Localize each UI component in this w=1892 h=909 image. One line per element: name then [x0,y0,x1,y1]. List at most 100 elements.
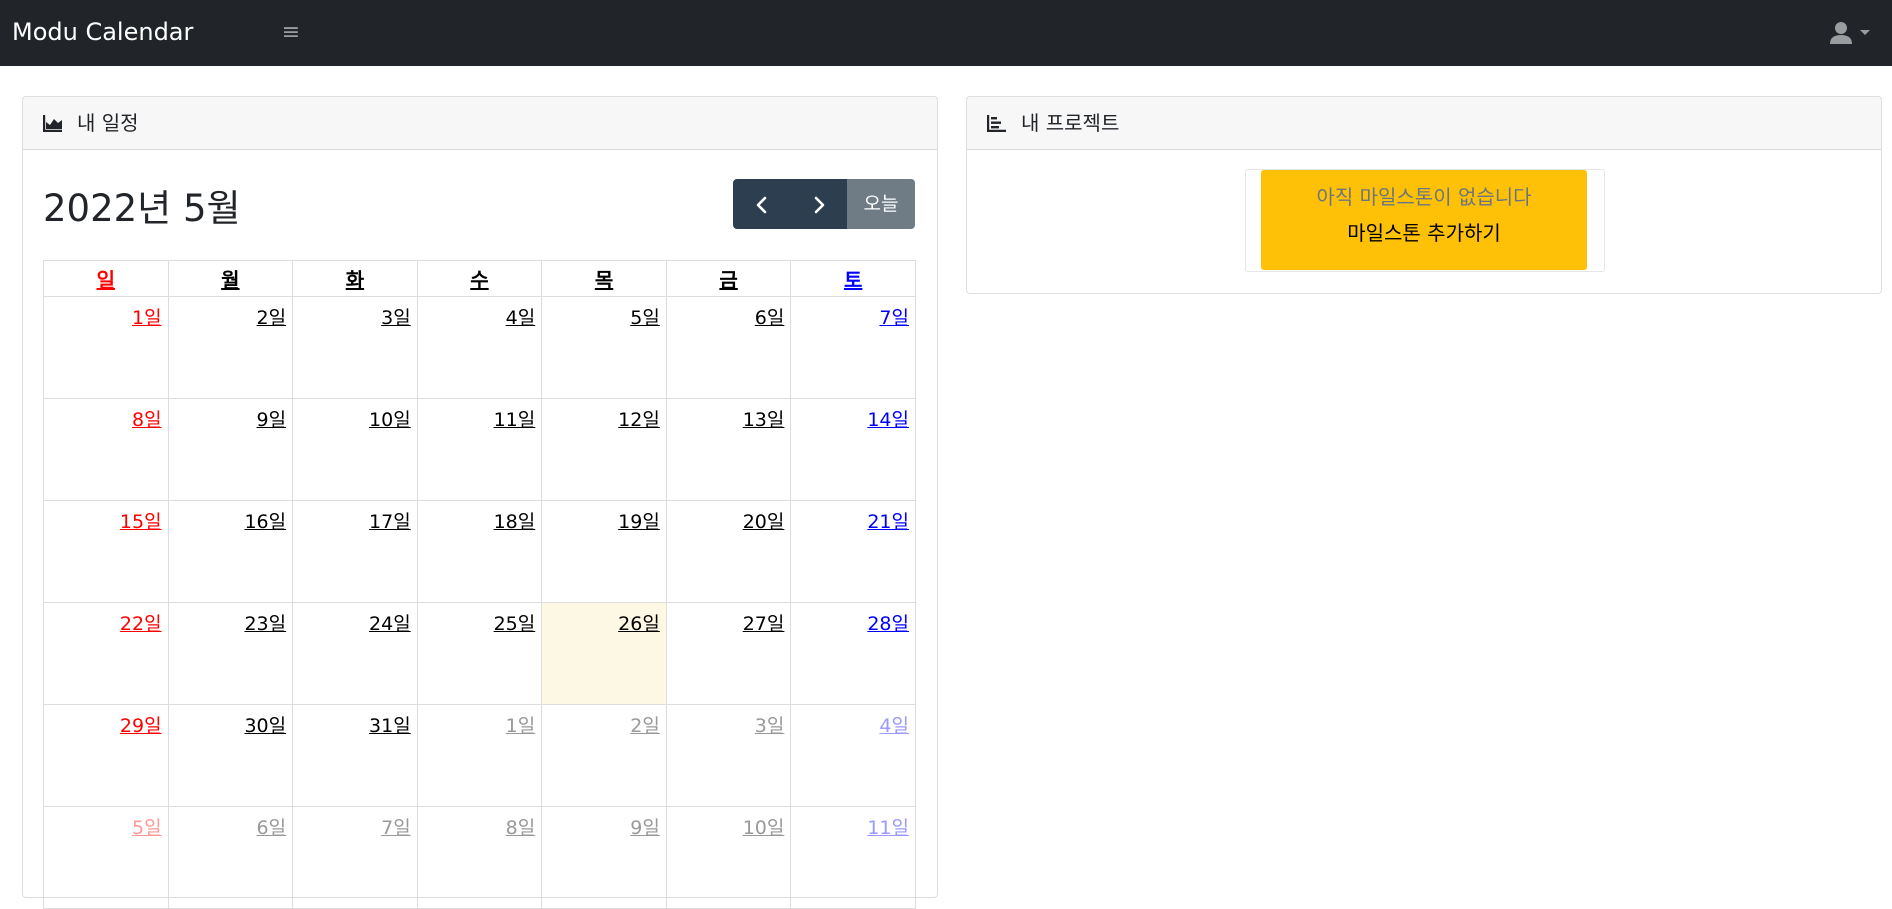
calendar-day-cell[interactable]: 23일 [167,602,294,705]
day-link[interactable]: 13일 [743,408,785,432]
hamburger-icon[interactable]: ≡ [278,20,304,46]
calendar-day-cell[interactable]: 28일 [790,602,916,705]
day-link[interactable]: 3일 [381,306,411,330]
calendar-day-cell[interactable]: 12일 [541,398,667,501]
user-menu-button[interactable] [1828,20,1878,46]
calendar-day-cell[interactable]: 22일 [43,602,169,705]
weekday-monday-link[interactable]: 월 [221,268,239,292]
day-link[interactable]: 7일 [879,306,909,330]
weekday-friday-link[interactable]: 금 [719,268,737,292]
calendar-day-cell[interactable]: 1일 [43,296,169,399]
day-link[interactable]: 15일 [120,510,162,534]
day-link[interactable]: 1일 [132,306,162,330]
weekday-thursday-link[interactable]: 목 [595,268,613,292]
calendar-day-cell[interactable]: 5일 [541,296,667,399]
calendar-day-cell[interactable]: 8일 [43,398,169,501]
calendar-day-cell[interactable]: 8일 [416,806,543,909]
day-link[interactable]: 5일 [630,306,660,330]
day-link[interactable]: 2일 [257,306,287,330]
day-link[interactable]: 24일 [369,612,411,636]
calendar-day-cell[interactable]: 11일 [416,398,543,501]
calendar-day-cell[interactable]: 24일 [292,602,418,705]
day-link[interactable]: 16일 [244,510,286,534]
calendar-day-cell[interactable]: 30일 [167,704,294,807]
day-link-next-month[interactable]: 8일 [506,816,536,840]
weekday-sunday-link[interactable]: 일 [97,268,115,292]
day-link-today[interactable]: 26일 [618,612,660,636]
day-link[interactable]: 29일 [120,714,162,738]
day-link[interactable]: 8일 [132,408,162,432]
calendar-day-cell[interactable]: 13일 [665,398,792,501]
day-link[interactable]: 14일 [867,408,909,432]
day-link[interactable]: 20일 [743,510,785,534]
day-link[interactable]: 18일 [494,510,536,534]
calendar-day-cell[interactable]: 19일 [541,500,667,603]
day-link[interactable]: 17일 [369,510,411,534]
calendar-day-cell[interactable]: 17일 [292,500,418,603]
calendar-day-cell[interactable]: 9일 [541,806,667,909]
calendar-day-cell[interactable]: 2일 [541,704,667,807]
day-link[interactable]: 27일 [743,612,785,636]
day-link-next-month[interactable]: 7일 [381,816,411,840]
calendar-day-cell[interactable]: 16일 [167,500,294,603]
day-link-next-month[interactable]: 1일 [506,714,536,738]
weekday-saturday-link[interactable]: 토 [844,268,862,292]
day-link-next-month[interactable]: 6일 [257,816,287,840]
weekday-tuesday-link[interactable]: 화 [346,268,364,292]
weekday-wednesday-link[interactable]: 수 [470,268,488,292]
day-link[interactable]: 12일 [618,408,660,432]
calendar-day-cell[interactable]: 10일 [665,806,792,909]
calendar-day-cell[interactable]: 14일 [790,398,916,501]
calendar-day-cell[interactable]: 1일 [416,704,543,807]
calendar-day-cell[interactable]: 2일 [167,296,294,399]
day-link[interactable]: 21일 [867,510,909,534]
calendar-day-cell-today[interactable]: 26일 [541,602,667,705]
prev-month-button[interactable] [733,179,790,229]
day-link-next-month[interactable]: 4일 [879,714,909,738]
calendar-day-cell[interactable]: 6일 [167,806,294,909]
calendar-day-cell[interactable]: 10일 [292,398,418,501]
day-link-next-month[interactable]: 5일 [132,816,162,840]
weekday-header: 토 [790,260,916,297]
calendar-day-cell[interactable]: 29일 [43,704,169,807]
calendar-day-cell[interactable]: 7일 [292,806,418,909]
day-link[interactable]: 9일 [257,408,287,432]
calendar-day-cell[interactable]: 5일 [43,806,169,909]
day-link-next-month[interactable]: 11일 [867,816,909,840]
calendar-day-cell[interactable]: 3일 [665,704,792,807]
day-link-next-month[interactable]: 3일 [755,714,785,738]
day-link-next-month[interactable]: 10일 [743,816,785,840]
day-link[interactable]: 10일 [369,408,411,432]
next-month-button[interactable] [790,179,847,229]
calendar-day-cell[interactable]: 27일 [665,602,792,705]
day-link-next-month[interactable]: 9일 [630,816,660,840]
calendar-day-cell[interactable]: 18일 [416,500,543,603]
add-milestone-link[interactable]: 마일스톤 추가하기 [1261,220,1587,246]
calendar-day-cell[interactable]: 31일 [292,704,418,807]
day-link-next-month[interactable]: 2일 [630,714,660,738]
calendar-day-cell[interactable]: 20일 [665,500,792,603]
calendar-day-cell[interactable]: 21일 [790,500,916,603]
day-link[interactable]: 22일 [120,612,162,636]
calendar-day-cell[interactable]: 9일 [167,398,294,501]
day-link[interactable]: 31일 [369,714,411,738]
day-link[interactable]: 23일 [244,612,286,636]
day-link[interactable]: 4일 [506,306,536,330]
today-button[interactable]: 오늘 [847,179,915,229]
calendar-day-cell[interactable]: 7일 [790,296,916,399]
calendar-day-cell[interactable]: 4일 [416,296,543,399]
calendar-day-cell[interactable]: 6일 [665,296,792,399]
day-link[interactable]: 11일 [494,408,536,432]
calendar-grid: 일 월 화 수 목 금 토 1일 2일 3일 4일 5일 6일 7일 8일 9일 [43,260,916,909]
day-link[interactable]: 30일 [244,714,286,738]
calendar-day-cell[interactable]: 15일 [43,500,169,603]
day-link[interactable]: 25일 [494,612,536,636]
calendar-day-cell[interactable]: 11일 [790,806,916,909]
calendar-day-cell[interactable]: 3일 [292,296,418,399]
calendar-day-cell[interactable]: 4일 [790,704,916,807]
day-link[interactable]: 19일 [618,510,660,534]
calendar-day-cell[interactable]: 25일 [416,602,543,705]
app-brand[interactable]: Modu Calendar [12,16,193,48]
day-link[interactable]: 6일 [755,306,785,330]
day-link[interactable]: 28일 [867,612,909,636]
